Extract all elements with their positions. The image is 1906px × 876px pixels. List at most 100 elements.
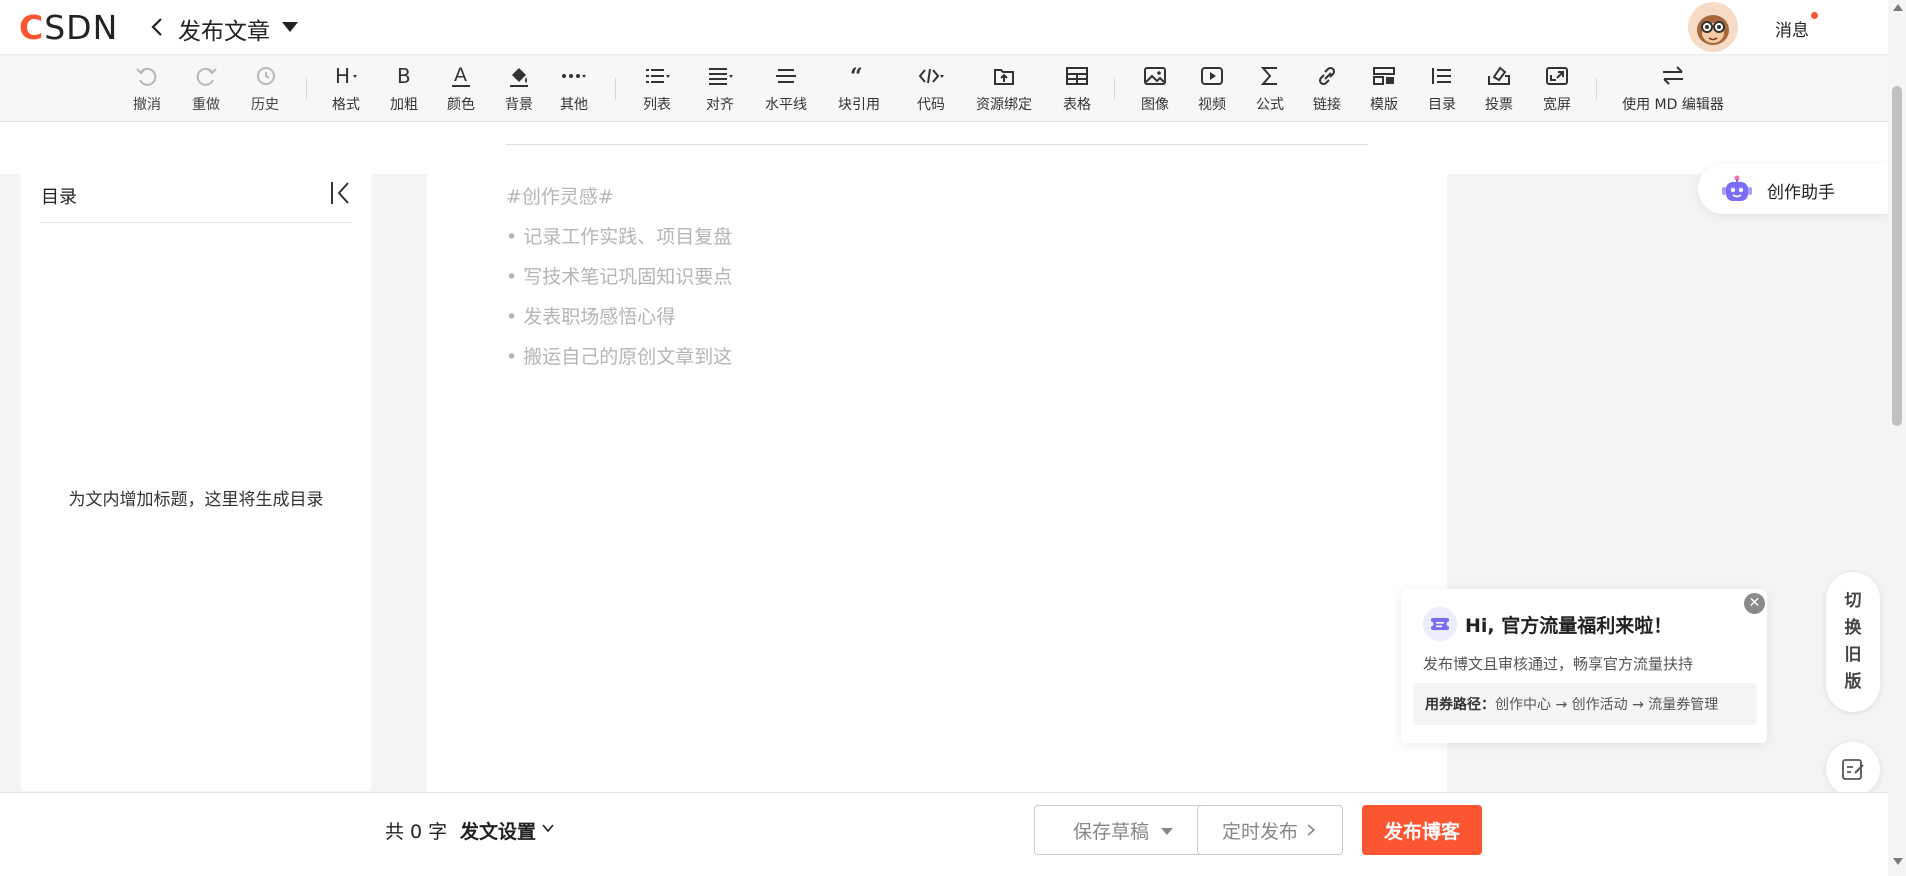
tool-label: 加粗 xyxy=(390,97,418,113)
redo-button[interactable]: 重做 xyxy=(174,62,238,114)
traffic-promo-card: ✕ Hi, 官方流量福利来啦！ 发布博文且审核通过，畅享官方流量扶持 用券路径：… xyxy=(1401,589,1767,743)
formula-icon xyxy=(1260,67,1277,85)
scroll-thumb[interactable] xyxy=(1892,86,1902,426)
coupon-path-value: 创作中心 → 创作活动 → 流量券管理 xyxy=(1495,697,1719,713)
tool-label: 重做 xyxy=(192,97,220,113)
list-icon xyxy=(646,69,670,83)
undo-icon xyxy=(136,67,157,86)
scroll-down-arrow-icon[interactable] xyxy=(1893,858,1903,865)
scroll-up-arrow-icon[interactable] xyxy=(1893,4,1903,11)
bold-button[interactable]: B 加粗 xyxy=(372,62,436,114)
svg-text:A: A xyxy=(454,64,467,86)
format-button[interactable]: H 格式 xyxy=(314,62,378,114)
toolbar-separator xyxy=(615,78,616,100)
toc-divider xyxy=(40,222,352,223)
top-header: CSDN 发布文章 消息 xyxy=(0,0,1888,55)
other-button[interactable]: 其他 xyxy=(542,62,606,114)
promo-title: Hi, 官方流量福利来啦！ xyxy=(1465,615,1673,637)
link-button[interactable]: 链接 xyxy=(1295,62,1359,114)
save-draft-label: 保存草稿 xyxy=(1072,820,1149,843)
vote-button[interactable]: 投票 xyxy=(1467,62,1531,114)
undo-button[interactable]: 撤消 xyxy=(115,62,179,114)
align-icon xyxy=(709,68,733,85)
switch-old-char: 版 xyxy=(1844,672,1862,692)
feedback-button[interactable] xyxy=(1826,742,1880,796)
toc-button[interactable]: 目录 xyxy=(1410,62,1474,114)
switch-old-char: 换 xyxy=(1844,618,1862,638)
unread-dot xyxy=(1811,12,1818,19)
link-icon xyxy=(1318,66,1336,86)
csdn-logo[interactable]: CSDN xyxy=(19,8,118,47)
image-button[interactable]: 图像 xyxy=(1123,62,1187,114)
video-button[interactable]: 视频 xyxy=(1180,62,1244,114)
coupon-path-label: 用券路径： xyxy=(1425,697,1495,713)
collapse-panel-icon[interactable] xyxy=(328,179,354,207)
bold-icon: B xyxy=(397,64,411,88)
messages-link[interactable]: 消息 xyxy=(1775,16,1809,41)
list-button[interactable]: 列表 xyxy=(625,62,689,114)
switch-to-old-version-button[interactable]: 切 换 旧 版 xyxy=(1826,572,1880,712)
font-color-button[interactable]: A 颜色 xyxy=(429,62,493,114)
back-arrow-icon[interactable] xyxy=(146,12,170,42)
tool-label: 投票 xyxy=(1485,97,1513,113)
template-button[interactable]: 模版 xyxy=(1352,62,1416,114)
assistant-label: 创作助手 xyxy=(1767,183,1835,203)
tool-label: 水平线 xyxy=(765,97,807,113)
chevron-down-icon[interactable] xyxy=(541,821,555,835)
scheduled-publish-button[interactable]: 定时发布 xyxy=(1197,805,1343,855)
page-title[interactable]: 发布文章 xyxy=(178,12,270,46)
align-button[interactable]: 对齐 xyxy=(688,62,752,114)
tool-label: 公式 xyxy=(1256,97,1284,113)
caret-down-icon xyxy=(1161,827,1173,835)
history-button[interactable]: 历史 xyxy=(233,62,297,114)
close-icon[interactable]: ✕ xyxy=(1744,593,1765,614)
widescreen-icon xyxy=(1546,67,1568,85)
code-icon xyxy=(918,68,944,84)
widescreen-button[interactable]: 宽屏 xyxy=(1525,62,1589,114)
promo-description: 发布博文且审核通过，畅享官方流量扶持 xyxy=(1423,655,1694,673)
switch-editor-icon xyxy=(1663,66,1683,85)
publish-blog-button[interactable]: 发布博客 xyxy=(1362,805,1482,855)
background-fill-icon xyxy=(510,68,528,87)
tool-label: 颜色 xyxy=(447,97,475,113)
tool-label: 代码 xyxy=(917,97,945,113)
toc-panel: 目录 为文内增加标题，这里将生成目录 xyxy=(21,161,371,791)
toc-title: 目录 xyxy=(41,187,77,208)
tool-label: 链接 xyxy=(1313,97,1341,113)
page-scrollbar[interactable] xyxy=(1888,0,1906,876)
heading-icon: H xyxy=(335,64,357,88)
publish-settings-toggle[interactable]: 发文设置 xyxy=(460,817,536,844)
app-root: CSDN 发布文章 消息 撤消 重做 历史 H 格式 B 加粗 A 颜色 背景 … xyxy=(0,0,1906,876)
tool-label: 背景 xyxy=(505,97,533,113)
formula-button[interactable]: 公式 xyxy=(1238,62,1302,114)
code-button[interactable]: 代码 xyxy=(899,62,963,114)
editor-toolbar: 撤消 重做 历史 H 格式 B 加粗 A 颜色 背景 其他 列表 对齐 水平线 … xyxy=(0,56,1888,122)
toc-icon xyxy=(1432,68,1451,84)
use-md-editor-button[interactable]: 使用 MD 编辑器 xyxy=(1608,62,1738,114)
robot-assistant-icon xyxy=(1722,175,1752,201)
font-color-icon: A xyxy=(452,64,470,87)
creative-assistant-button[interactable]: 创作助手 xyxy=(1698,164,1888,214)
resource-bind-icon xyxy=(994,69,1014,85)
tool-label: 模版 xyxy=(1370,97,1398,113)
blockquote-icon: “ xyxy=(850,64,863,90)
tool-label: 视频 xyxy=(1198,97,1226,113)
save-draft-button[interactable]: 保存草稿 xyxy=(1034,805,1212,855)
tool-label: 撤消 xyxy=(133,97,161,113)
user-avatar[interactable] xyxy=(1688,2,1738,52)
blockquote-button[interactable]: “ 块引用 xyxy=(827,62,891,114)
video-icon xyxy=(1201,67,1223,85)
table-button[interactable]: 表格 xyxy=(1045,62,1109,114)
tool-label: 资源绑定 xyxy=(976,97,1032,113)
title-dropdown-caret-icon[interactable] xyxy=(282,22,298,32)
redo-icon xyxy=(196,67,217,86)
toolbar-separator xyxy=(1114,78,1115,100)
editor-placeholder-line: • 发表职场感悟心得 xyxy=(506,306,676,328)
editor-area[interactable]: #创作灵感# • 记录工作实践、项目复盘 • 写技术笔记巩固知识要点 • 发表职… xyxy=(427,122,1447,792)
svg-text:“: “ xyxy=(850,64,863,90)
image-icon xyxy=(1144,67,1166,85)
horizontal-rule-button[interactable]: 水平线 xyxy=(754,62,818,114)
resource-bind-button[interactable]: 资源绑定 xyxy=(972,62,1036,114)
toolbar-separator xyxy=(1596,78,1597,100)
more-icon xyxy=(562,74,586,78)
